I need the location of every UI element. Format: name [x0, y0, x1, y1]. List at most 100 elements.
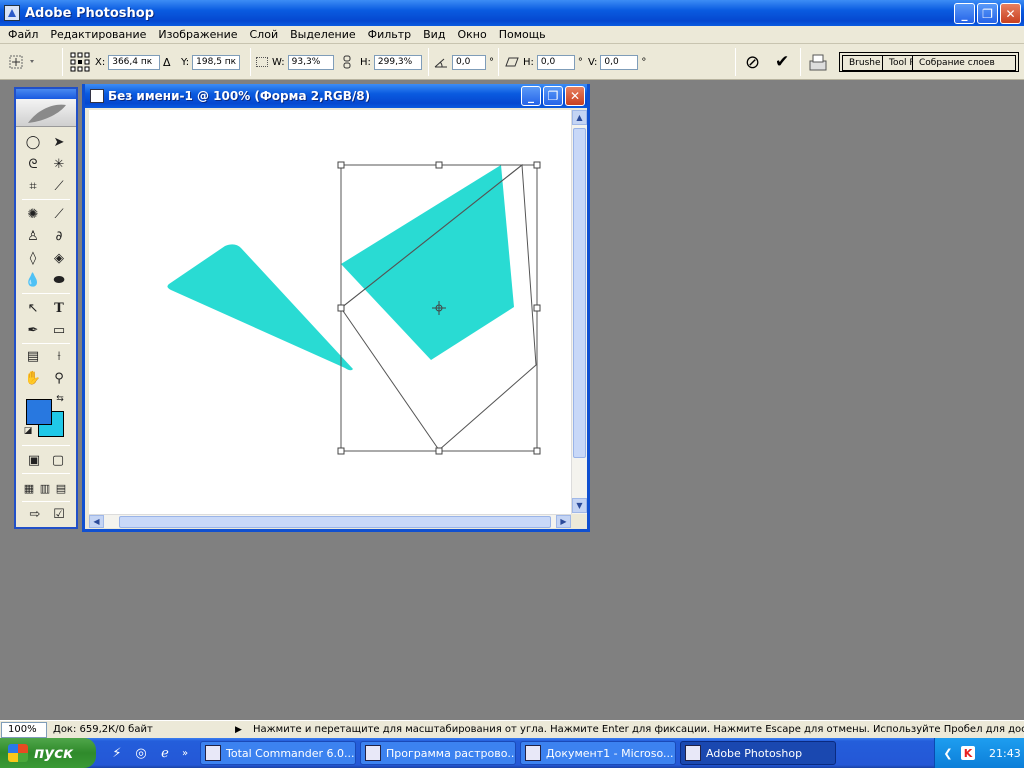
- eyedropper-tool-icon[interactable]: ⟊: [50, 347, 68, 365]
- menu-filter[interactable]: Фильтр: [362, 28, 418, 41]
- menu-edit[interactable]: Редактирование: [44, 28, 152, 41]
- shape-triangle: [167, 244, 353, 371]
- rotate-angle-field[interactable]: 0,0: [452, 54, 486, 70]
- paint-bucket-tool-icon[interactable]: ◈: [50, 249, 68, 267]
- full-screen-mode-icon[interactable]: ▤: [54, 479, 68, 497]
- history-brush-tool-icon[interactable]: ∂: [50, 227, 68, 245]
- menu-image[interactable]: Изображение: [152, 28, 243, 41]
- skew-h-field[interactable]: 0,0: [536, 54, 575, 70]
- menu-window[interactable]: Окно: [451, 28, 492, 41]
- task-adobe-photoshop[interactable]: Adobe Photoshop: [680, 741, 836, 765]
- canvas-artwork[interactable]: [89, 110, 571, 514]
- jump-to-imageready-icon[interactable]: ⇨: [24, 505, 46, 523]
- file-browser-button[interactable]: [807, 44, 829, 80]
- reference-point-icon: [70, 52, 90, 72]
- doc-maximize-button[interactable]: ❐: [543, 86, 563, 106]
- cancel-transform-button[interactable]: ⊘: [745, 44, 760, 80]
- default-colors-icon[interactable]: ◪: [22, 425, 34, 437]
- commit-transform-button[interactable]: ✔: [775, 44, 789, 80]
- app-title: Adobe Photoshop: [25, 5, 155, 21]
- standard-mode-icon[interactable]: ▣: [24, 451, 44, 469]
- vertical-scroll-thumb[interactable]: [573, 128, 586, 458]
- link-chain-icon[interactable]: [342, 55, 352, 69]
- vertical-scrollbar[interactable]: ▲ ▼: [571, 110, 587, 514]
- horizontal-scroll-thumb[interactable]: [119, 516, 551, 528]
- palette-tab-layer-comps[interactable]: Собрание слоев: [912, 55, 1016, 71]
- quick-mask-mode-icon[interactable]: ▢: [48, 451, 68, 469]
- notes-tool-icon[interactable]: ▤: [24, 347, 42, 365]
- task-total-commander[interactable]: Total Commander 6.0...: [200, 741, 356, 765]
- slice-tool-icon[interactable]: ⟋: [50, 177, 68, 195]
- kaspersky-icon[interactable]: K: [961, 746, 975, 760]
- maximize-button[interactable]: ❐: [977, 3, 998, 24]
- menu-layer[interactable]: Слой: [244, 28, 285, 41]
- close-button[interactable]: ✕: [1000, 3, 1021, 24]
- scroll-right-button[interactable]: ▶: [556, 515, 571, 528]
- horizontal-scrollbar[interactable]: ◀ ▶: [89, 514, 571, 528]
- path-selection-tool-icon[interactable]: ↖: [24, 299, 42, 317]
- marquee-tool-icon[interactable]: ◯: [24, 133, 42, 151]
- palette-well: Brushe Tool P Собрание слоев: [839, 52, 1019, 72]
- app-title-bar[interactable]: Adobe Photoshop _ ❐ ✕: [0, 0, 1024, 26]
- feather-logo-icon: [28, 104, 66, 123]
- scroll-left-button[interactable]: ◀: [89, 515, 104, 528]
- reference-point-grid[interactable]: [70, 44, 90, 80]
- standard-screen-mode-icon[interactable]: ▦: [22, 479, 36, 497]
- internet-explorer-icon[interactable]: ℯ: [156, 744, 174, 762]
- type-tool-icon[interactable]: T: [50, 299, 68, 317]
- task-program-raster[interactable]: Программа растрово...: [360, 741, 516, 765]
- menu-view[interactable]: Вид: [417, 28, 451, 41]
- menu-help[interactable]: Помощь: [493, 28, 552, 41]
- foreground-color-swatch[interactable]: [26, 399, 52, 425]
- clock[interactable]: 21:43: [989, 747, 1021, 760]
- clone-stamp-tool-icon[interactable]: ♙: [24, 227, 42, 245]
- hand-tool-icon[interactable]: ✋: [24, 369, 42, 387]
- skew-h-label: H:: [523, 56, 534, 68]
- lasso-tool-icon[interactable]: ᘓ: [24, 155, 42, 173]
- scroll-down-button[interactable]: ▼: [572, 498, 587, 513]
- palette-tab-tool-presets[interactable]: Tool P: [882, 55, 916, 71]
- menu-select[interactable]: Выделение: [284, 28, 362, 41]
- eraser-tool-icon[interactable]: ◊: [24, 249, 42, 267]
- toolbox-title-bar[interactable]: [16, 89, 76, 99]
- doc-close-button[interactable]: ✕: [565, 86, 585, 106]
- minimize-button[interactable]: _: [954, 3, 975, 24]
- healing-brush-tool-icon[interactable]: ✺: [24, 205, 42, 223]
- magic-wand-tool-icon[interactable]: ✳: [50, 155, 68, 173]
- task-document1[interactable]: Документ1 - Microso...: [520, 741, 676, 765]
- doc-minimize-button[interactable]: _: [521, 86, 541, 106]
- y-field[interactable]: 198,5 пк: [192, 54, 241, 70]
- palette-tab-brushes[interactable]: Brushe: [842, 55, 884, 71]
- relative-delta-icon[interactable]: Δ: [163, 56, 171, 69]
- status-menu-arrow[interactable]: ▶: [235, 725, 243, 735]
- swap-colors-icon[interactable]: ⇆: [54, 393, 66, 405]
- quicklaunch-icon-1[interactable]: ⚡: [108, 744, 126, 762]
- zoom-field[interactable]: 100%: [1, 721, 47, 738]
- zoom-tool-icon[interactable]: ⚲: [50, 369, 68, 387]
- adobe-online-button[interactable]: [16, 99, 76, 127]
- scroll-up-button[interactable]: ▲: [572, 110, 587, 125]
- brush-tool-icon[interactable]: ⟋: [50, 205, 68, 223]
- height-field[interactable]: 299,3%: [373, 54, 422, 70]
- dodge-tool-icon[interactable]: ⬬: [50, 271, 68, 289]
- pen-tool-icon[interactable]: ✒: [24, 321, 42, 339]
- edit-in-imageready-icon[interactable]: ☑: [50, 505, 68, 523]
- blur-tool-icon[interactable]: 💧: [24, 271, 42, 289]
- full-screen-menu-mode-icon[interactable]: ▥: [38, 479, 52, 497]
- start-button[interactable]: пуск: [0, 738, 96, 768]
- crop-tool-icon[interactable]: ⌗: [24, 177, 42, 195]
- file-browser-icon: [809, 54, 827, 71]
- width-field[interactable]: 93,3%: [287, 54, 334, 70]
- quicklaunch-more[interactable]: »: [180, 744, 190, 762]
- quicklaunch-icon-2[interactable]: ◎: [132, 744, 150, 762]
- tool-preset-picker[interactable]: [6, 44, 40, 80]
- tray-back-icon[interactable]: ❮: [941, 746, 955, 760]
- skew-v-field[interactable]: 0,0: [600, 54, 639, 70]
- move-tool-icon[interactable]: ➤: [50, 133, 68, 151]
- document-canvas[interactable]: [89, 110, 571, 514]
- document-title-bar[interactable]: Без имени-1 @ 100% (Форма 2,RGB/8) _ ❐ ✕: [85, 84, 587, 108]
- shape-tool-icon[interactable]: ▭: [50, 321, 68, 339]
- handle-bottom-center: [435, 447, 443, 455]
- menu-file[interactable]: Файл: [2, 28, 44, 41]
- x-field[interactable]: 366,4 пк: [108, 54, 161, 70]
